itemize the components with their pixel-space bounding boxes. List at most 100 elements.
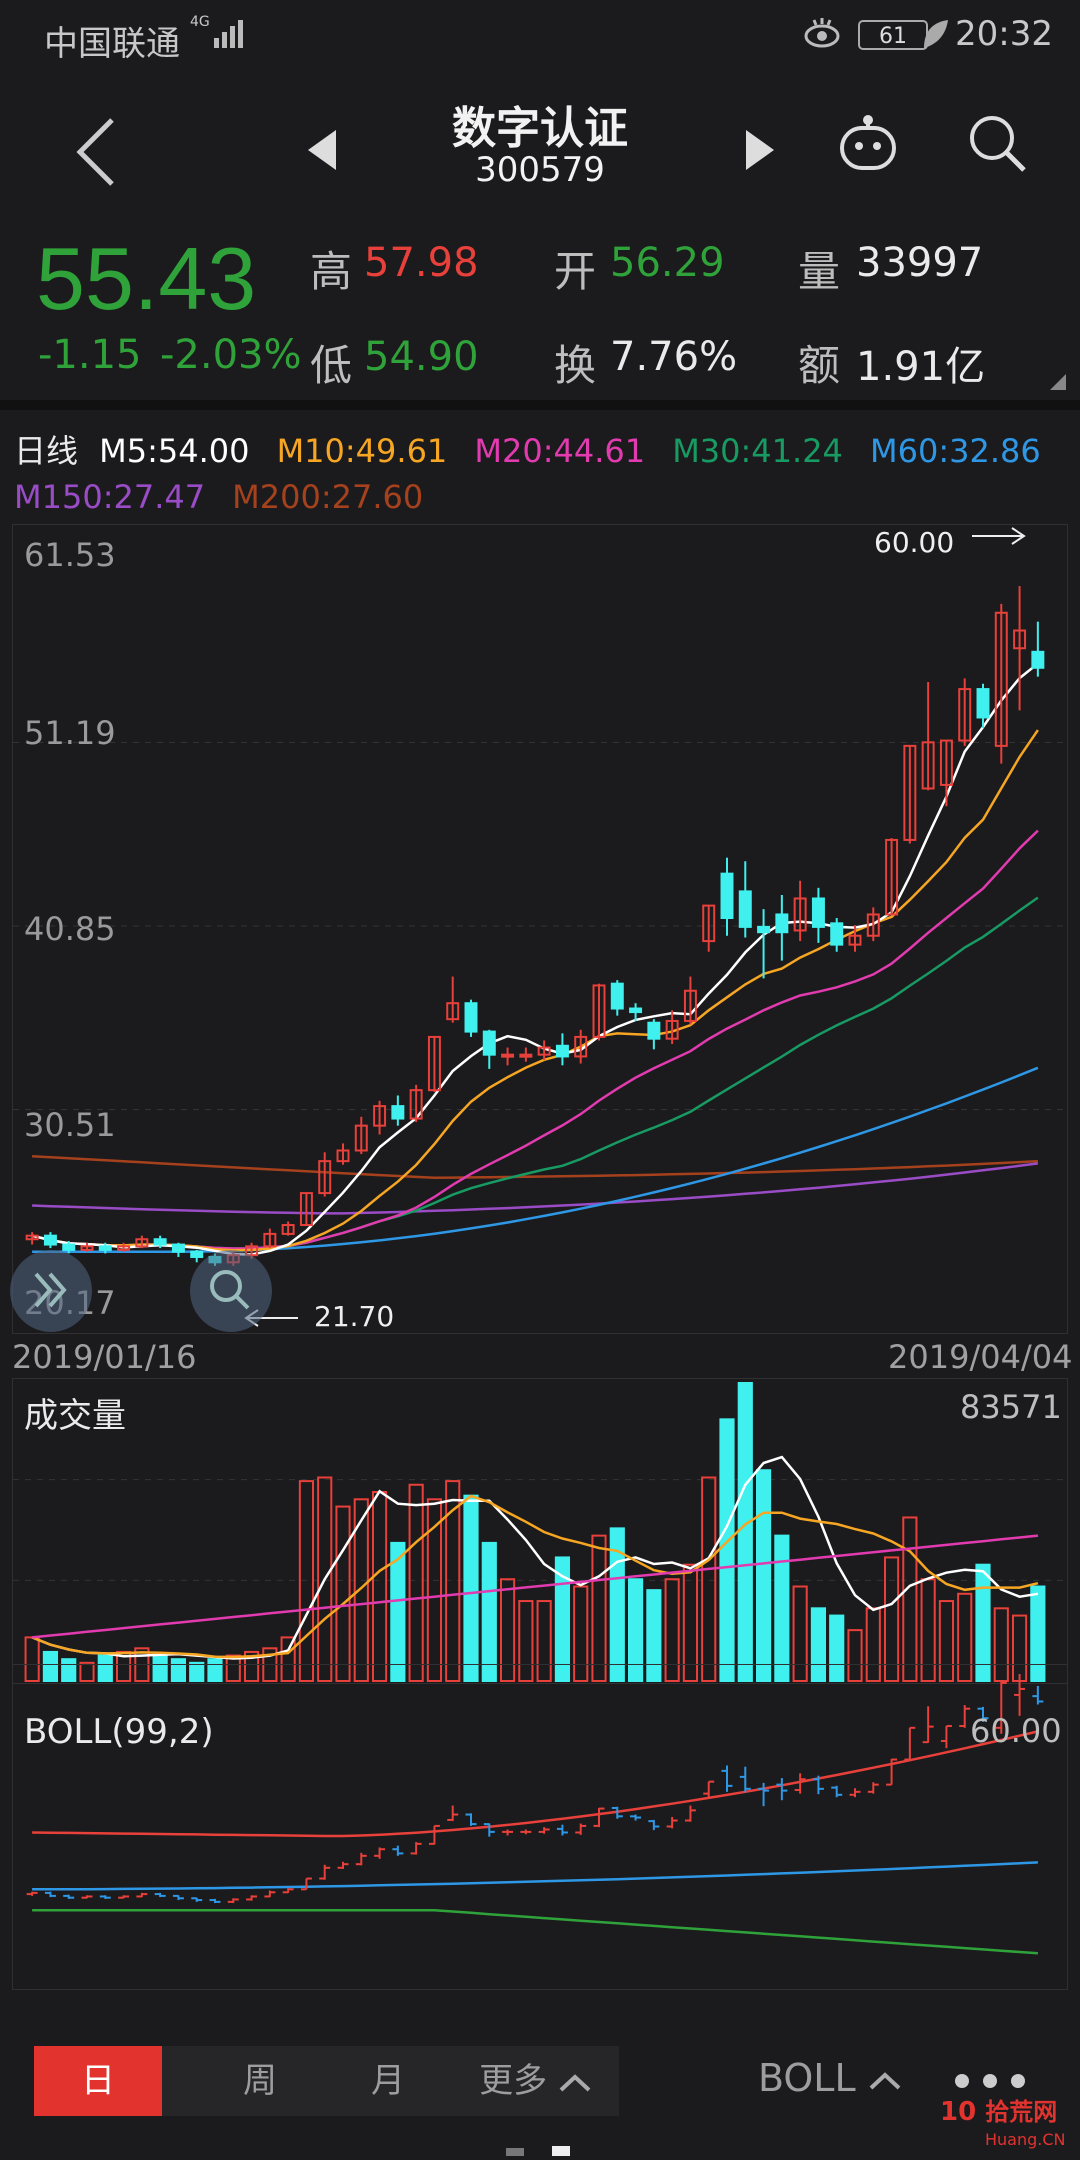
candle-body	[43, 1234, 57, 1246]
chevron-up-icon	[559, 2073, 591, 2091]
tab-more-label: 更多	[479, 2061, 548, 2101]
tab-more[interactable]: 更多	[452, 2046, 619, 2116]
volume-ma10-line	[31, 1494, 1039, 1659]
indicator-label: BOLL	[758, 2056, 856, 2100]
volume-bar	[298, 1480, 315, 1682]
page-indicator-dot-active	[552, 2146, 570, 2156]
carrier-label: 中国联通	[44, 24, 180, 64]
volume-max-label: 83571	[960, 1388, 1062, 1426]
volume-bar	[463, 1494, 479, 1682]
ma10-label: M10:49.61	[276, 432, 448, 470]
watermark-site: 拾荒网	[985, 2098, 1058, 2126]
zoom-button[interactable]	[190, 1250, 272, 1332]
watermark-logo: 10 拾荒网	[940, 2092, 1057, 2127]
high-marker-label: 60.00	[874, 526, 955, 559]
candle-body	[720, 872, 734, 920]
tab-day[interactable]: 日	[34, 2046, 162, 2116]
volume-bar	[883, 1556, 900, 1682]
candle-body	[1031, 650, 1045, 669]
date-end: 2019/04/04	[888, 1338, 1073, 1376]
candle-body	[610, 982, 624, 1010]
volume-bar	[719, 1418, 735, 1683]
candle-body	[555, 1044, 569, 1058]
ma-legend-row2: M150:27.47 M200:27.60	[14, 478, 423, 516]
y-tick-label: 40.85	[24, 910, 116, 948]
clock: 20:32	[955, 14, 1053, 54]
candle-body	[738, 890, 752, 928]
candle-body	[775, 913, 789, 934]
ma30-line	[31, 896, 1039, 1250]
ma-legend: 日线 M5:54.00 M10:49.61 M20:44.61 M30:41.2…	[14, 426, 1074, 472]
chevron-up-icon	[869, 2071, 901, 2089]
candle-body	[629, 1007, 643, 1014]
right-arrow-icon	[972, 527, 1026, 545]
volume-plot[interactable]	[13, 1379, 1067, 1683]
status-bar: 中国联通 4G 61 20:32	[0, 0, 1080, 72]
candle-body	[830, 922, 844, 946]
ma60-line	[32, 1066, 1039, 1253]
indicator-button[interactable]: BOLL	[758, 2056, 902, 2100]
signal-icon	[214, 20, 243, 48]
price-change: -1.15	[38, 332, 142, 378]
y-tick-label: 51.19	[24, 714, 116, 752]
tab-month[interactable]: 月	[324, 2046, 452, 2116]
turnover-value: 7.76%	[610, 334, 738, 380]
watermark-url: Huang.CN	[985, 2130, 1066, 2149]
price-change-percent: -2.03%	[160, 332, 302, 378]
volume-chart[interactable]	[12, 1378, 1068, 1684]
magnify-icon	[210, 1270, 250, 1310]
boll-title[interactable]: BOLL(99,2)	[24, 1712, 214, 1752]
candle-body	[153, 1238, 167, 1246]
battery-icon: 61	[858, 20, 928, 50]
amount-value: 1.91亿	[856, 344, 986, 390]
candle-body	[464, 1002, 478, 1033]
kline-plot[interactable]	[13, 525, 1067, 1333]
candle-body	[976, 688, 990, 719]
volume-bar	[774, 1534, 790, 1682]
kline-chart[interactable]	[12, 524, 1068, 1334]
last-price: 55.43	[36, 229, 257, 328]
divider	[0, 400, 1080, 410]
stock-code: 300579	[475, 150, 605, 190]
period-label[interactable]: 日线	[14, 432, 78, 470]
volume-bar	[335, 1505, 351, 1682]
ma200-label: M200:27.60	[232, 478, 424, 516]
ma30-label: M30:41.24	[672, 432, 843, 470]
ma20-label: M20:44.61	[474, 432, 646, 470]
volume-bar	[371, 1491, 388, 1683]
scroll-left-button[interactable]	[10, 1250, 92, 1332]
candle-body	[171, 1243, 185, 1253]
eye-comfort-icon	[804, 18, 840, 48]
candle-body	[647, 1021, 661, 1040]
candle-body	[519, 1053, 533, 1058]
turnover-label: 换	[554, 341, 597, 390]
date-start: 2019/01/16	[12, 1338, 197, 1376]
candle-body	[811, 897, 825, 928]
expand-corner-icon[interactable]	[1048, 372, 1068, 392]
ma200-line	[32, 1154, 1038, 1180]
volume-bar	[481, 1541, 497, 1682]
candle-body	[482, 1030, 496, 1056]
network-badge: 4G	[190, 14, 210, 30]
ma150-label: M150:27.47	[14, 478, 206, 516]
volume-label: 量	[798, 247, 841, 296]
volume-bar	[408, 1483, 424, 1682]
high-value: 57.98	[364, 240, 479, 286]
watermark-brand: 10	[940, 2097, 977, 2127]
candle-body	[501, 1053, 515, 1058]
volume-bar	[755, 1469, 772, 1682]
volume-title: 成交量	[24, 1396, 126, 1436]
boll-lower-line	[32, 1908, 1038, 1955]
y-tick-label: 30.51	[24, 1106, 116, 1144]
volume-value: 33997	[856, 240, 984, 286]
boll-mid-line	[32, 1861, 1038, 1891]
leaf-icon	[924, 20, 948, 48]
candle-body	[757, 925, 771, 934]
volume-bar	[902, 1516, 918, 1682]
volume-bar	[737, 1382, 753, 1682]
volume-bar	[591, 1534, 607, 1682]
y-tick-label: 61.53	[24, 536, 116, 574]
tab-week[interactable]: 周	[196, 2046, 324, 2116]
high-label: 高	[310, 247, 353, 296]
open-label: 开	[554, 247, 597, 296]
